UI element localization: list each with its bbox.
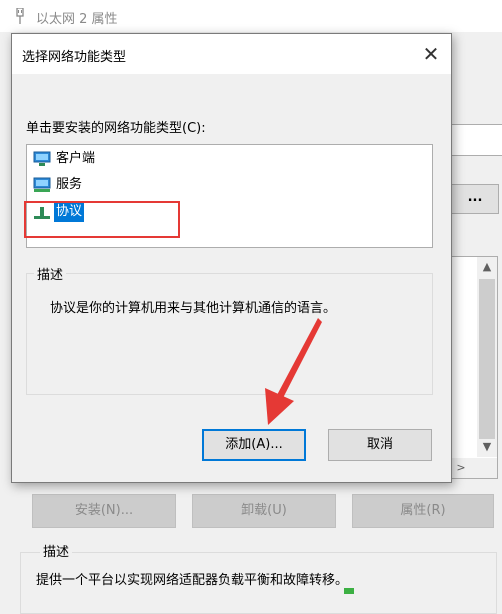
description-legend: 描述 — [34, 264, 67, 283]
configure-button[interactable]: ... — [451, 184, 499, 214]
list-item-label: 客户端 — [56, 151, 96, 166]
network-adapter-icon — [16, 8, 24, 24]
add-button[interactable]: 添加(A)... — [202, 429, 306, 461]
properties-button[interactable]: 属性(R) — [352, 494, 494, 528]
scroll-up-icon[interactable]: ▲ — [477, 257, 497, 277]
feature-type-prompt: 单击要安装的网络功能类型(C): — [26, 121, 206, 136]
scroll-right-icon[interactable]: > — [451, 458, 471, 478]
close-icon[interactable]: ✕ — [411, 34, 451, 74]
partial-icon — [344, 588, 354, 594]
vertical-scrollbar[interactable]: ▲ ▼ — [477, 257, 497, 457]
parent-title-bar: 以太网 2 属性 — [0, 0, 502, 32]
scroll-down-icon[interactable]: ▼ — [477, 437, 497, 457]
install-button[interactable]: 安装(N)... — [32, 494, 176, 528]
client-network-icon — [33, 151, 51, 166]
description-text: 协议是你的计算机用来与其他计算机通信的语言。 — [50, 301, 337, 316]
items-list[interactable]: ▲ ▼ > — [451, 256, 498, 479]
horizontal-scrollbar[interactable]: > — [451, 458, 497, 478]
service-network-icon — [33, 177, 51, 192]
cancel-button[interactable]: 取消 — [328, 429, 432, 461]
dialog-title-bar: 选择网络功能类型 ✕ — [12, 34, 451, 74]
scrollbar-thumb[interactable] — [479, 279, 495, 439]
description-group — [26, 273, 433, 395]
parent-description-legend: 描述 — [40, 541, 73, 560]
list-item-client[interactable]: 客户端 — [33, 149, 97, 169]
annotation-highlight-box — [24, 201, 180, 238]
parent-window-title: 以太网 2 属性 — [36, 12, 118, 27]
adapter-field — [451, 124, 502, 156]
uninstall-button[interactable]: 卸载(U) — [192, 494, 336, 528]
list-item-label: 服务 — [56, 177, 83, 192]
parent-description-text: 提供一个平台以实现网络适配器负载平衡和故障转移。 — [36, 573, 349, 588]
dialog-title: 选择网络功能类型 — [22, 50, 127, 65]
list-item-service[interactable]: 服务 — [33, 175, 84, 195]
select-network-feature-type-dialog: 选择网络功能类型 ✕ 单击要安装的网络功能类型(C): 客户端 服务 协议 描述… — [11, 33, 452, 483]
